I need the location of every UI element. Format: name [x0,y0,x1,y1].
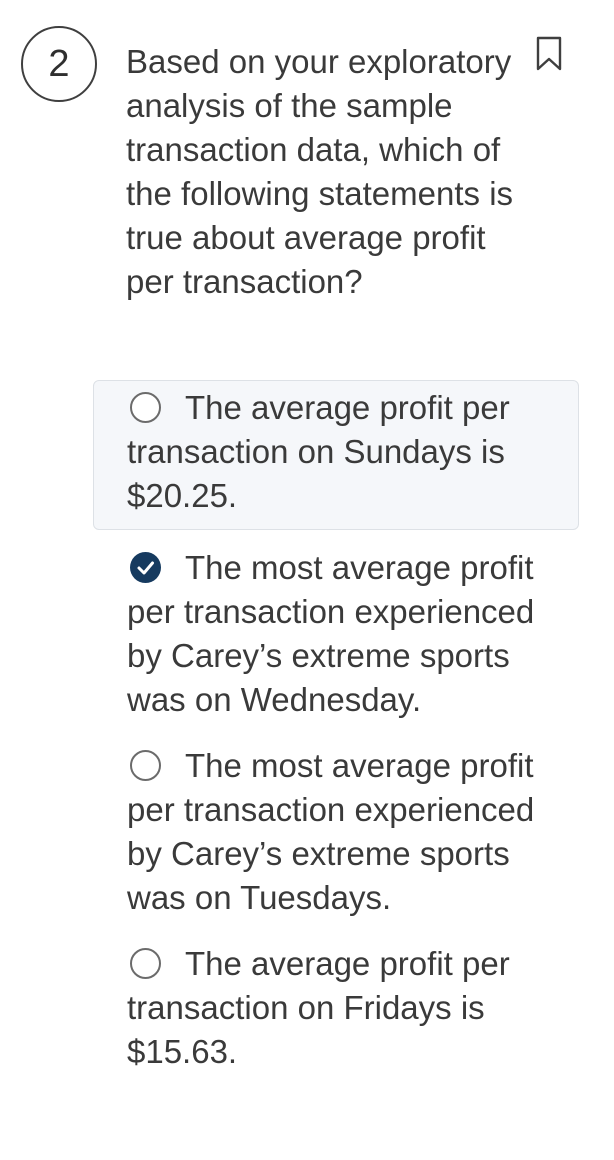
checkmark-icon [137,561,154,575]
answer-option-2[interactable]: The most average profit per transaction … [93,540,579,728]
answer-option-label: The average profit per transaction on Su… [127,389,510,514]
question-number-badge: 2 [21,26,97,102]
answer-option-label: The average profit per transaction on Fr… [127,945,510,1070]
radio-unchecked-icon[interactable] [130,750,161,781]
radio-checked-icon[interactable] [130,552,161,583]
answer-option-4[interactable]: The average profit per transaction on Fr… [93,936,579,1080]
answer-options: The average profit per transaction on Su… [93,380,579,1080]
radio-unchecked-icon[interactable] [130,948,161,979]
answer-option-1[interactable]: The average profit per transaction on Su… [93,380,579,530]
bookmark-button[interactable] [536,36,562,72]
question-prompt: Based on your exploratory analysis of th… [126,43,514,300]
answer-option-3[interactable]: The most average profit per transaction … [93,738,579,926]
answer-option-label: The most average profit per transaction … [127,747,535,916]
question-number: 2 [48,42,70,85]
radio-unchecked-icon[interactable] [130,392,161,423]
bookmark-icon [536,36,562,71]
answer-option-label: The most average profit per transaction … [127,549,535,718]
